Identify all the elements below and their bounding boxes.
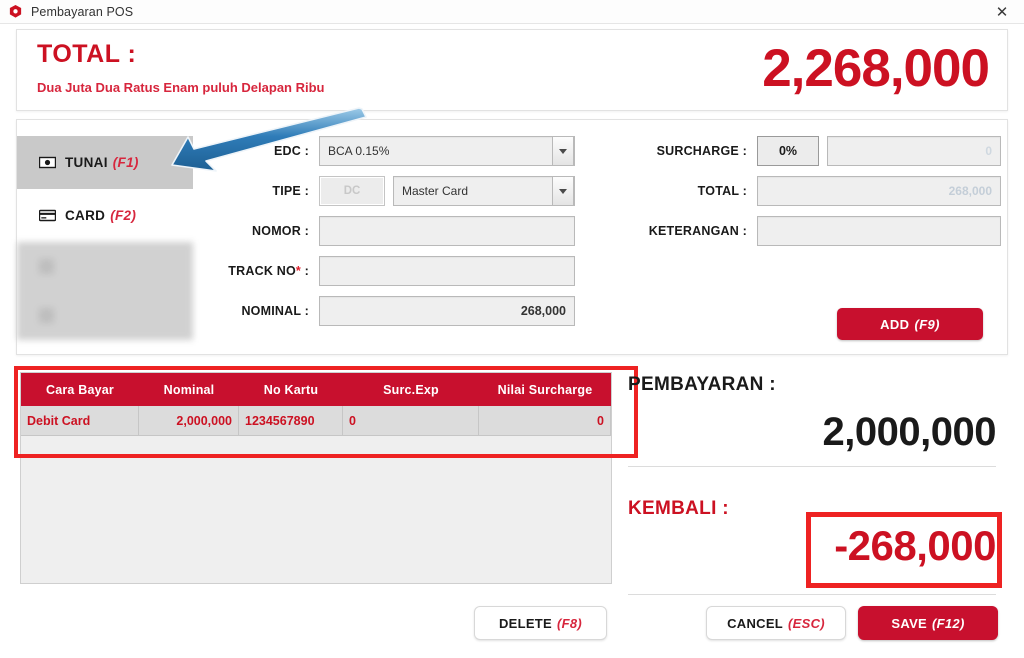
surcharge-percent[interactable]: 0% xyxy=(757,136,819,166)
placeholder-icon xyxy=(39,259,54,274)
cancel-button-hotkey: (ESC) xyxy=(788,615,825,631)
tipe-dc-button[interactable]: DC xyxy=(319,176,385,206)
table-header-row: Cara Bayar Nominal No Kartu Surc.Exp Nil… xyxy=(21,373,611,406)
payment-method-label: TUNAI xyxy=(65,155,108,170)
payment-form-panel: TUNAI (F1) CARD (F2) EDC: BCA 0.15% TIP… xyxy=(16,119,1008,355)
cell-nilai-surcharge: 0 xyxy=(479,406,611,435)
cell-no-kartu: 1234567890 xyxy=(239,406,343,435)
nominal-input[interactable]: 268,000 xyxy=(319,296,575,326)
table-header-cara-bayar: Cara Bayar xyxy=(45,382,114,397)
table-empty-area xyxy=(21,436,611,583)
keterangan-input[interactable] xyxy=(757,216,1001,246)
save-button-label: SAVE xyxy=(891,615,928,631)
delete-button-hotkey: (F8) xyxy=(557,615,583,631)
tipe-card-select[interactable]: Master Card xyxy=(393,176,575,206)
total-label: TOTAL : xyxy=(37,40,137,68)
payment-method-blurred-2 xyxy=(17,291,193,340)
total-amount-value: 2,268,000 xyxy=(762,39,990,98)
hexagon-app-icon xyxy=(9,4,22,18)
pembayaran-value: 2,000,000 xyxy=(822,410,997,454)
payment-table: Cara Bayar Nominal No Kartu Surc.Exp Nil… xyxy=(20,372,612,584)
pembayaran-label: PEMBAYARAN : xyxy=(628,374,776,395)
surcharge-value: 0 xyxy=(827,136,1001,166)
payment-method-label: CARD xyxy=(65,208,106,223)
add-button[interactable]: ADD (F9) xyxy=(837,308,983,340)
cancel-button[interactable]: CANCEL (ESC) xyxy=(706,606,846,640)
edc-select[interactable]: BCA 0.15% xyxy=(319,136,575,166)
placeholder-icon xyxy=(39,308,54,323)
table-header-no-kartu: No Kartu xyxy=(263,382,319,397)
table-header-surc-exp: Surc.Exp xyxy=(383,382,439,397)
chevron-down-icon[interactable] xyxy=(552,176,574,206)
payment-method-tunai[interactable]: TUNAI (F1) xyxy=(17,136,193,189)
edc-label: EDC : xyxy=(273,144,309,158)
nomor-label: NOMOR : xyxy=(252,224,309,238)
add-button-label: ADD xyxy=(880,316,910,332)
field-row-keterangan: KETERANGAN : xyxy=(621,216,1001,246)
close-icon[interactable]: ✕ xyxy=(980,0,1024,24)
nominal-label: NOMINAL : xyxy=(241,304,309,318)
chevron-down-icon[interactable] xyxy=(552,136,574,166)
table-header-nilai-surcharge: Nilai Surcharge xyxy=(497,382,593,397)
nomor-input[interactable] xyxy=(319,216,575,246)
payment-method-disabled-group xyxy=(17,242,193,340)
table-row[interactable]: Debit Card 2,000,000 1234567890 0 0 xyxy=(21,406,611,436)
field-row-total: TOTAL : 268,000 xyxy=(621,176,1001,206)
payment-method-list: TUNAI (F1) CARD (F2) xyxy=(17,136,193,340)
payment-method-blurred-1 xyxy=(17,242,193,291)
track-no-label: TRACK NO* : xyxy=(228,264,309,278)
field-row-track-no: TRACK NO* : xyxy=(213,256,605,286)
save-button-hotkey: (F12) xyxy=(932,615,965,631)
total-field-value: 268,000 xyxy=(757,176,1001,206)
summary-divider-bottom xyxy=(628,594,996,595)
add-button-hotkey: (F9) xyxy=(914,316,940,332)
save-button[interactable]: SAVE (F12) xyxy=(858,606,998,640)
tipe-label: TIPE : xyxy=(272,184,309,198)
tipe-value: Master Card xyxy=(402,184,469,198)
form-left-column: EDC : BCA 0.15% TIPE : DC Master Card NO… xyxy=(213,136,605,336)
cell-nominal: 2,000,000 xyxy=(139,406,239,435)
edc-value: BCA 0.15% xyxy=(328,144,390,158)
cancel-button-label: CANCEL xyxy=(727,615,784,631)
kembali-value: -268,000 xyxy=(834,522,996,569)
total-panel: TOTAL : Dua Juta Dua Ratus Enam puluh De… xyxy=(16,29,1008,111)
field-row-nomor: NOMOR : xyxy=(213,216,605,246)
keterangan-label: KETERANGAN : xyxy=(648,224,747,238)
field-row-edc: EDC : BCA 0.15% xyxy=(213,136,605,166)
delete-button-label: DELETE xyxy=(498,615,553,631)
summary-divider xyxy=(628,466,996,467)
cell-cara-bayar: Debit Card xyxy=(21,406,139,435)
total-amount-in-words: Dua Juta Dua Ratus Enam puluh Delapan Ri… xyxy=(37,80,325,95)
field-row-nominal: NOMINAL : 268,000 xyxy=(213,296,605,326)
surcharge-label: SURCHARGE : xyxy=(656,144,747,158)
cell-surc-exp: 0 xyxy=(343,406,479,435)
window-titlebar: Pembayaran POS ✕ xyxy=(0,0,1024,24)
delete-button[interactable]: DELETE (F8) xyxy=(474,606,607,640)
table-header-nominal: Nominal xyxy=(163,382,215,397)
credit-card-icon xyxy=(39,209,56,222)
payment-method-hotkey: (F1) xyxy=(112,155,139,170)
banknote-icon xyxy=(39,156,56,169)
payment-method-card[interactable]: CARD (F2) xyxy=(17,189,193,242)
kembali-label: KEMBALI : xyxy=(628,498,729,519)
track-no-input[interactable] xyxy=(319,256,575,286)
field-row-tipe: TIPE : DC Master Card xyxy=(213,176,605,206)
form-right-column: SURCHARGE : 0% 0 TOTAL : 268,000 KETERAN… xyxy=(621,136,1001,256)
window-title: Pembayaran POS xyxy=(31,4,134,19)
total-field-label: TOTAL : xyxy=(697,184,747,198)
field-row-surcharge: SURCHARGE : 0% 0 xyxy=(621,136,1001,166)
payment-method-hotkey: (F2) xyxy=(110,208,137,223)
